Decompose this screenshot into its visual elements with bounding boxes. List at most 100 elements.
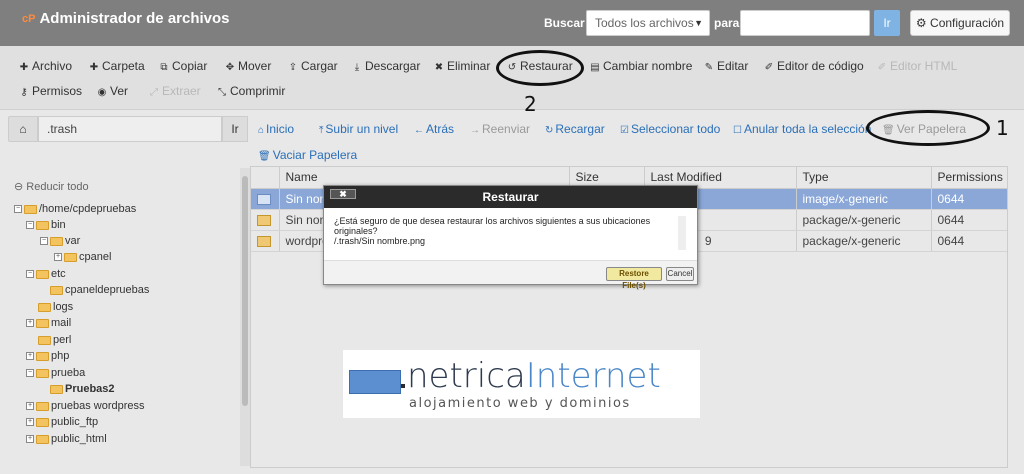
new-folder-button[interactable]: ✚ Carpeta bbox=[88, 59, 145, 73]
copy-button[interactable]: ⧉ Copiar bbox=[158, 59, 207, 73]
path-input[interactable]: .trash bbox=[38, 116, 222, 142]
back-button[interactable]: ← Atrás bbox=[414, 122, 454, 136]
copy-label: Copiar bbox=[172, 59, 208, 73]
search-scope-select[interactable]: Todos los archivos ▼ bbox=[586, 10, 710, 36]
tree-item-label: public_html bbox=[51, 433, 107, 445]
annotation-circle-view-trash bbox=[866, 110, 990, 146]
rename-button[interactable]: ▤ Cambiar nombre bbox=[589, 59, 692, 73]
edit-square-icon: ✐ bbox=[764, 62, 774, 73]
dialog-close-button[interactable]: ✖ bbox=[330, 189, 356, 199]
file-type: package/x-generic bbox=[796, 209, 932, 231]
path-go-button[interactable]: Ir bbox=[222, 116, 248, 142]
dialog-message: ¿Está seguro de que desea restaurar los … bbox=[334, 216, 651, 236]
restore-files-button[interactable]: Restore File(s) bbox=[606, 267, 662, 290]
home-path-button[interactable]: ⌂ bbox=[8, 116, 38, 142]
app-title-text: Administrador de archivos bbox=[39, 10, 230, 27]
reload-button[interactable]: ↻ Recargar bbox=[545, 122, 605, 136]
tree-item[interactable]: − prueba bbox=[26, 367, 85, 379]
upload-button[interactable]: ⇪ Cargar bbox=[287, 59, 338, 73]
gear-icon: ⚙ bbox=[915, 16, 927, 30]
code-editor-button[interactable]: ✐ Editor de código bbox=[763, 59, 864, 73]
compress-label: Comprimir bbox=[230, 84, 286, 98]
extract-button[interactable]: ⤢ Extraer bbox=[148, 84, 201, 98]
tree-item[interactable]: − /home/cpdepruebas bbox=[14, 203, 136, 215]
permissions-button[interactable]: ⚷ Permisos bbox=[18, 84, 82, 98]
collapse-all-button[interactable]: ⊖ Reducir todo bbox=[14, 180, 89, 193]
checkbox-checked-icon: ☑ bbox=[620, 125, 629, 136]
search-label: Buscar bbox=[544, 16, 585, 30]
tree-item-label: prueba bbox=[51, 367, 86, 379]
settings-button-label: Configuración bbox=[930, 16, 1005, 30]
folder-icon bbox=[38, 302, 51, 312]
pencil-icon: ✎ bbox=[704, 62, 714, 73]
close-icon: ✖ bbox=[434, 62, 444, 73]
expand-toggle-icon: + bbox=[26, 402, 34, 410]
delete-button[interactable]: ✖ Eliminar bbox=[433, 59, 491, 73]
move-button[interactable]: ✥ Mover bbox=[224, 59, 272, 73]
refresh-icon: ↻ bbox=[545, 125, 554, 136]
tree-item[interactable]: + pruebas wordpress bbox=[26, 400, 145, 412]
tree-item[interactable]: logs bbox=[38, 301, 73, 313]
home-nav-button[interactable]: ⌂ Inicio bbox=[258, 122, 294, 136]
file-type-cell bbox=[251, 188, 280, 210]
edit-button[interactable]: ✎ Editar bbox=[703, 59, 749, 73]
cancel-button[interactable]: Cancel bbox=[666, 267, 694, 281]
unselect-all-button[interactable]: ☐ Anular toda la selección bbox=[733, 122, 871, 136]
package-file-icon bbox=[257, 235, 271, 247]
tree-item[interactable]: + public_ftp bbox=[26, 416, 98, 428]
left-panel: ⌂ .trash Ir ⊖ Reducir todo −/home/cpdepr… bbox=[4, 112, 250, 466]
tree-scrollbar[interactable] bbox=[240, 168, 250, 466]
empty-trash-button[interactable]: 🗑 Vaciar Papelera bbox=[258, 148, 357, 162]
search-go-button[interactable]: Ir bbox=[874, 10, 900, 36]
tree-item[interactable]: + mail bbox=[26, 317, 71, 329]
collapse-toggle-icon: − bbox=[40, 237, 48, 245]
tree-item-label: bin bbox=[51, 219, 66, 231]
new-file-button[interactable]: ✚ Archivo bbox=[18, 59, 72, 73]
compress-icon: ⤡ bbox=[218, 87, 226, 98]
collapse-toggle-icon: − bbox=[26, 221, 34, 229]
tree-item[interactable]: perl bbox=[38, 334, 71, 346]
eye-icon: ◉ bbox=[97, 87, 107, 98]
search-input[interactable] bbox=[740, 10, 870, 36]
logo-tagline: alojamiento web y dominios bbox=[409, 396, 631, 411]
view-button[interactable]: ◉ Ver bbox=[96, 84, 128, 98]
dialog-message-area[interactable]: ¿Está seguro de que desea restaurar los … bbox=[334, 216, 686, 250]
tree-item-label: var bbox=[65, 235, 81, 247]
file-type: image/x-generic bbox=[796, 188, 932, 210]
image-file-icon bbox=[257, 193, 271, 205]
edit-square-icon: ✐ bbox=[877, 62, 887, 73]
tree-item[interactable]: + public_html bbox=[26, 433, 107, 445]
column-header-type[interactable]: Type bbox=[796, 167, 932, 189]
tree-item[interactable]: cpaneldepruebas bbox=[50, 284, 149, 296]
move-label: Mover bbox=[238, 59, 272, 73]
logo-dot-icon bbox=[401, 384, 405, 388]
folder-open-icon bbox=[36, 269, 49, 279]
logo-block-icon bbox=[349, 370, 401, 394]
code-editor-label: Editor de código bbox=[777, 59, 864, 73]
file-permissions: 0644 bbox=[931, 230, 1007, 252]
tree-item-selected[interactable]: Pruebas2 bbox=[50, 383, 115, 395]
scrollbar-thumb[interactable] bbox=[242, 176, 248, 406]
tree-item[interactable]: + cpanel bbox=[54, 251, 111, 263]
compress-button[interactable]: ⤡ Comprimir bbox=[216, 84, 285, 98]
forward-button[interactable]: → Reenviar bbox=[470, 122, 530, 136]
select-all-button[interactable]: ☑ Seleccionar todo bbox=[620, 122, 720, 136]
restore-dialog: ✖ Restaurar ¿Está seguro de que desea re… bbox=[323, 185, 698, 290]
settings-button[interactable]: ⚙ Configuración bbox=[910, 10, 1010, 36]
up-one-level-button[interactable]: ⤒ Subir un nivel bbox=[319, 122, 398, 136]
file-permissions: 0644 bbox=[931, 188, 1007, 210]
tree-item[interactable]: − etc bbox=[26, 268, 66, 280]
tree-item[interactable]: + php bbox=[26, 350, 69, 362]
column-header-permissions[interactable]: Permissions bbox=[931, 167, 1007, 189]
permissions-label: Permisos bbox=[32, 84, 83, 98]
tree-item[interactable]: − var bbox=[40, 235, 80, 247]
download-label: Descargar bbox=[365, 59, 421, 73]
tree-item[interactable]: − bin bbox=[26, 219, 66, 231]
expand-toggle-icon: + bbox=[54, 253, 62, 261]
download-button[interactable]: ⤓ Descargar bbox=[351, 59, 421, 73]
folder-tree: ⊖ Reducir todo −/home/cpdepruebas − bin −… bbox=[4, 168, 244, 466]
folder-icon bbox=[38, 335, 51, 345]
tree-item-label: cpanel bbox=[79, 251, 112, 263]
file-type-cell bbox=[251, 209, 280, 231]
html-editor-button[interactable]: ✐ Editor HTML bbox=[876, 59, 958, 73]
